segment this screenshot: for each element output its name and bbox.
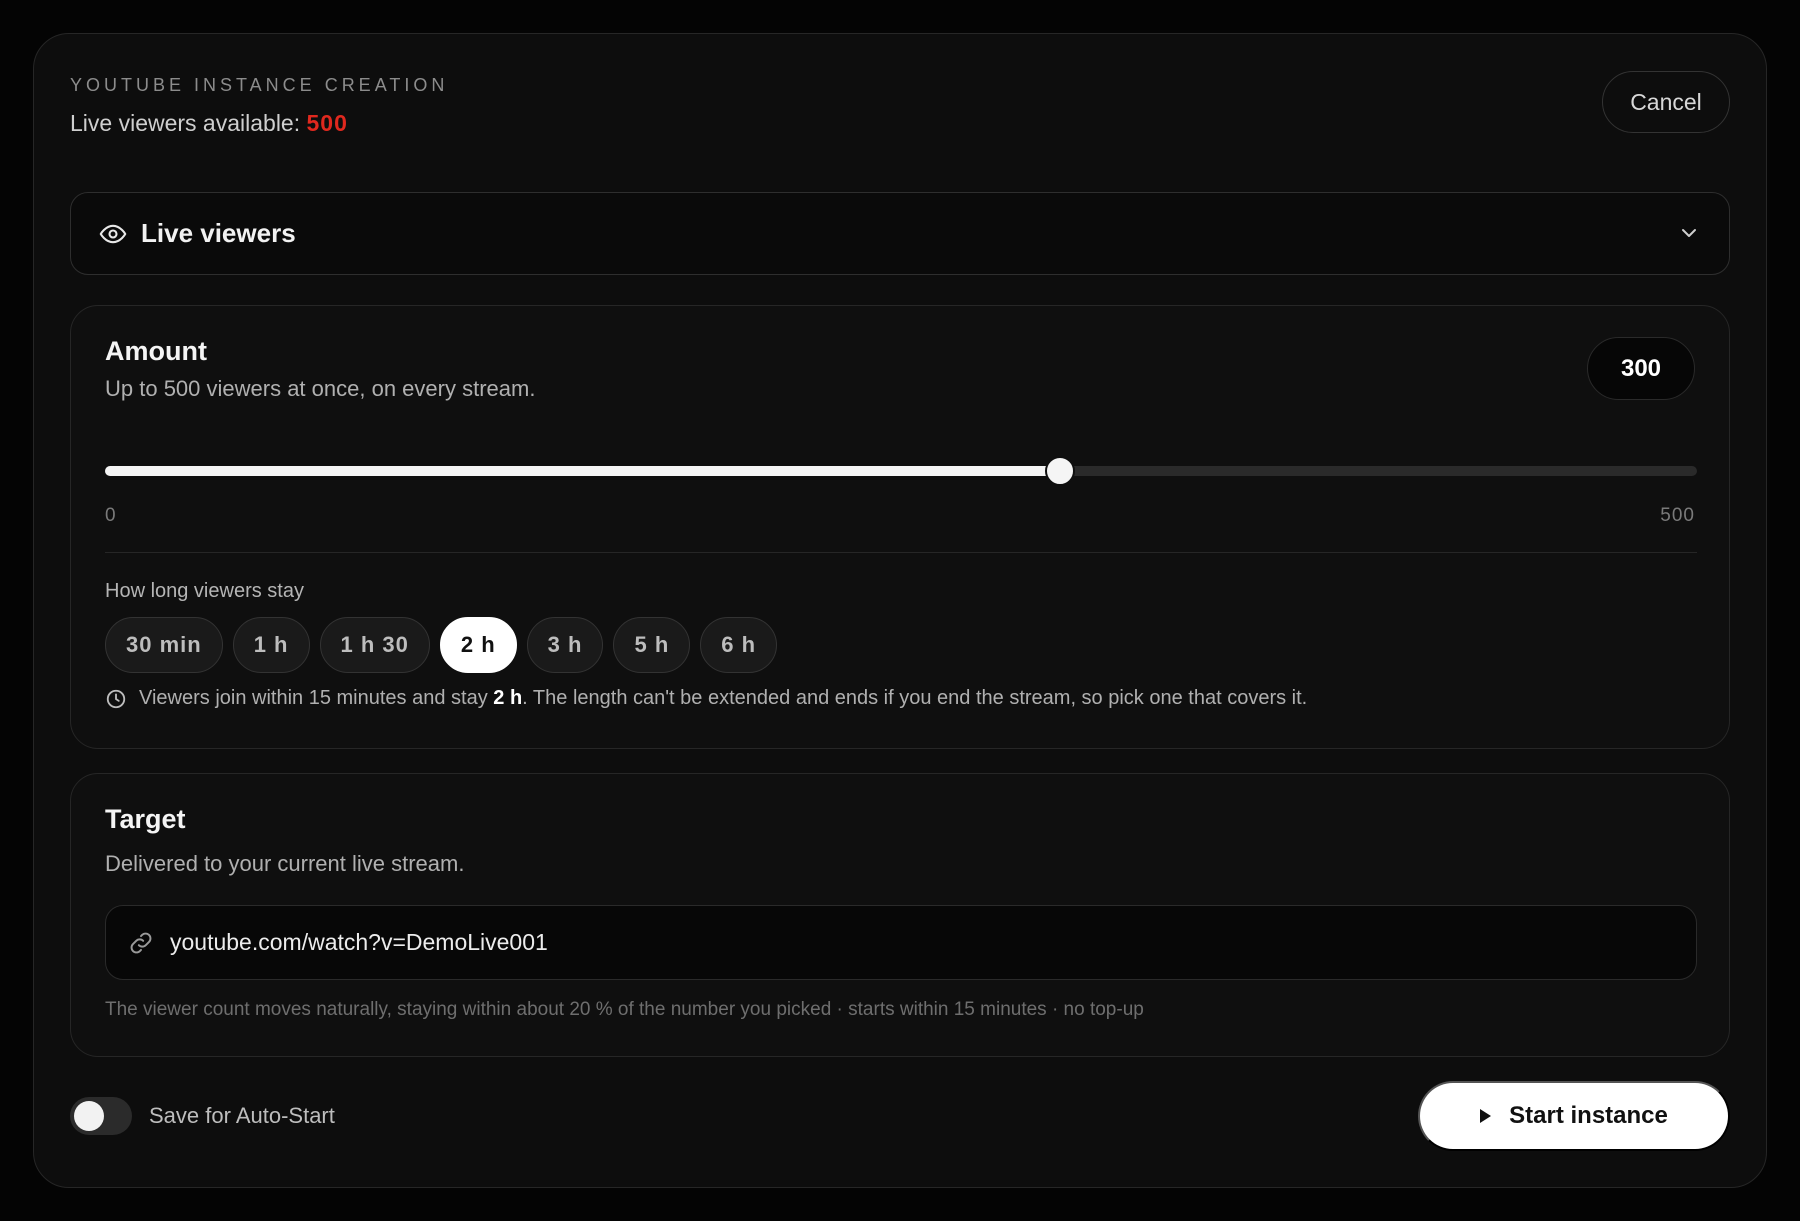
slider-max-label: 500 xyxy=(1660,505,1695,526)
duration-options: 30 min 1 h 1 h 30 2 h 3 h 5 h 6 h xyxy=(105,617,778,673)
instance-creation-dialog: YOUTUBE INSTANCE CREATION Live viewers a… xyxy=(33,33,1767,1188)
clock-icon xyxy=(106,689,126,708)
play-icon xyxy=(1480,1109,1492,1123)
duration-option[interactable]: 1 h xyxy=(232,617,310,673)
duration-info: Viewers join within 15 minutes and stay … xyxy=(105,687,1307,710)
service-select-label: Live viewers xyxy=(141,218,296,248)
target-card: Target Delivered to your current live st… xyxy=(70,773,1730,1057)
target-subtitle: Delivered to your current live stream. xyxy=(105,851,465,876)
toggle-knob xyxy=(74,1101,104,1131)
start-instance-label: Start instance xyxy=(1509,1102,1668,1129)
dialog-eyebrow: YOUTUBE INSTANCE CREATION xyxy=(70,75,449,95)
duration-info-pre: Viewers join within 15 minutes and stay xyxy=(139,687,488,709)
amount-subtitle: Up to 500 viewers at once, on every stre… xyxy=(105,376,536,401)
cancel-button[interactable]: Cancel xyxy=(1602,71,1730,133)
amount-title: Amount xyxy=(105,336,207,366)
duration-option[interactable]: 30 min xyxy=(105,617,223,673)
target-title: Target xyxy=(105,804,186,834)
amount-value[interactable]: 300 xyxy=(1587,337,1695,400)
slider-thumb[interactable] xyxy=(1045,456,1076,486)
target-url-input[interactable] xyxy=(170,929,1674,956)
autostart-toggle[interactable] xyxy=(70,1097,132,1135)
viewers-available-value: 500 xyxy=(306,110,348,136)
duration-option[interactable]: 6 h xyxy=(700,617,778,673)
amount-card: Amount Up to 500 viewers at once, on eve… xyxy=(70,305,1730,749)
start-instance-button[interactable]: Start instance xyxy=(1418,1081,1730,1151)
target-note: The viewer count moves naturally, stayin… xyxy=(105,999,1144,1020)
amount-slider[interactable] xyxy=(105,456,1697,486)
chevron-down-icon xyxy=(1682,229,1696,237)
eye-icon xyxy=(99,224,127,243)
slider-fill xyxy=(105,466,1061,476)
duration-info-post: . The length can't be extended and ends … xyxy=(522,687,1308,709)
duration-option[interactable]: 5 h xyxy=(613,617,691,673)
viewers-available-label: Live viewers available: xyxy=(70,110,301,136)
duration-info-bold: 2 h xyxy=(493,687,523,709)
duration-label: How long viewers stay xyxy=(105,580,304,602)
service-select[interactable]: Live viewers xyxy=(70,192,1730,275)
link-icon xyxy=(130,932,152,953)
duration-option[interactable]: 3 h xyxy=(526,617,604,673)
duration-option[interactable]: 2 h xyxy=(439,617,517,673)
slider-min-label: 0 xyxy=(105,505,117,526)
target-url-field[interactable] xyxy=(105,905,1697,980)
autostart-label: Save for Auto-Start xyxy=(149,1103,335,1128)
duration-option[interactable]: 1 h 30 xyxy=(319,617,430,673)
divider xyxy=(105,552,1697,553)
viewers-available: Live viewers available: 500 xyxy=(70,110,348,137)
